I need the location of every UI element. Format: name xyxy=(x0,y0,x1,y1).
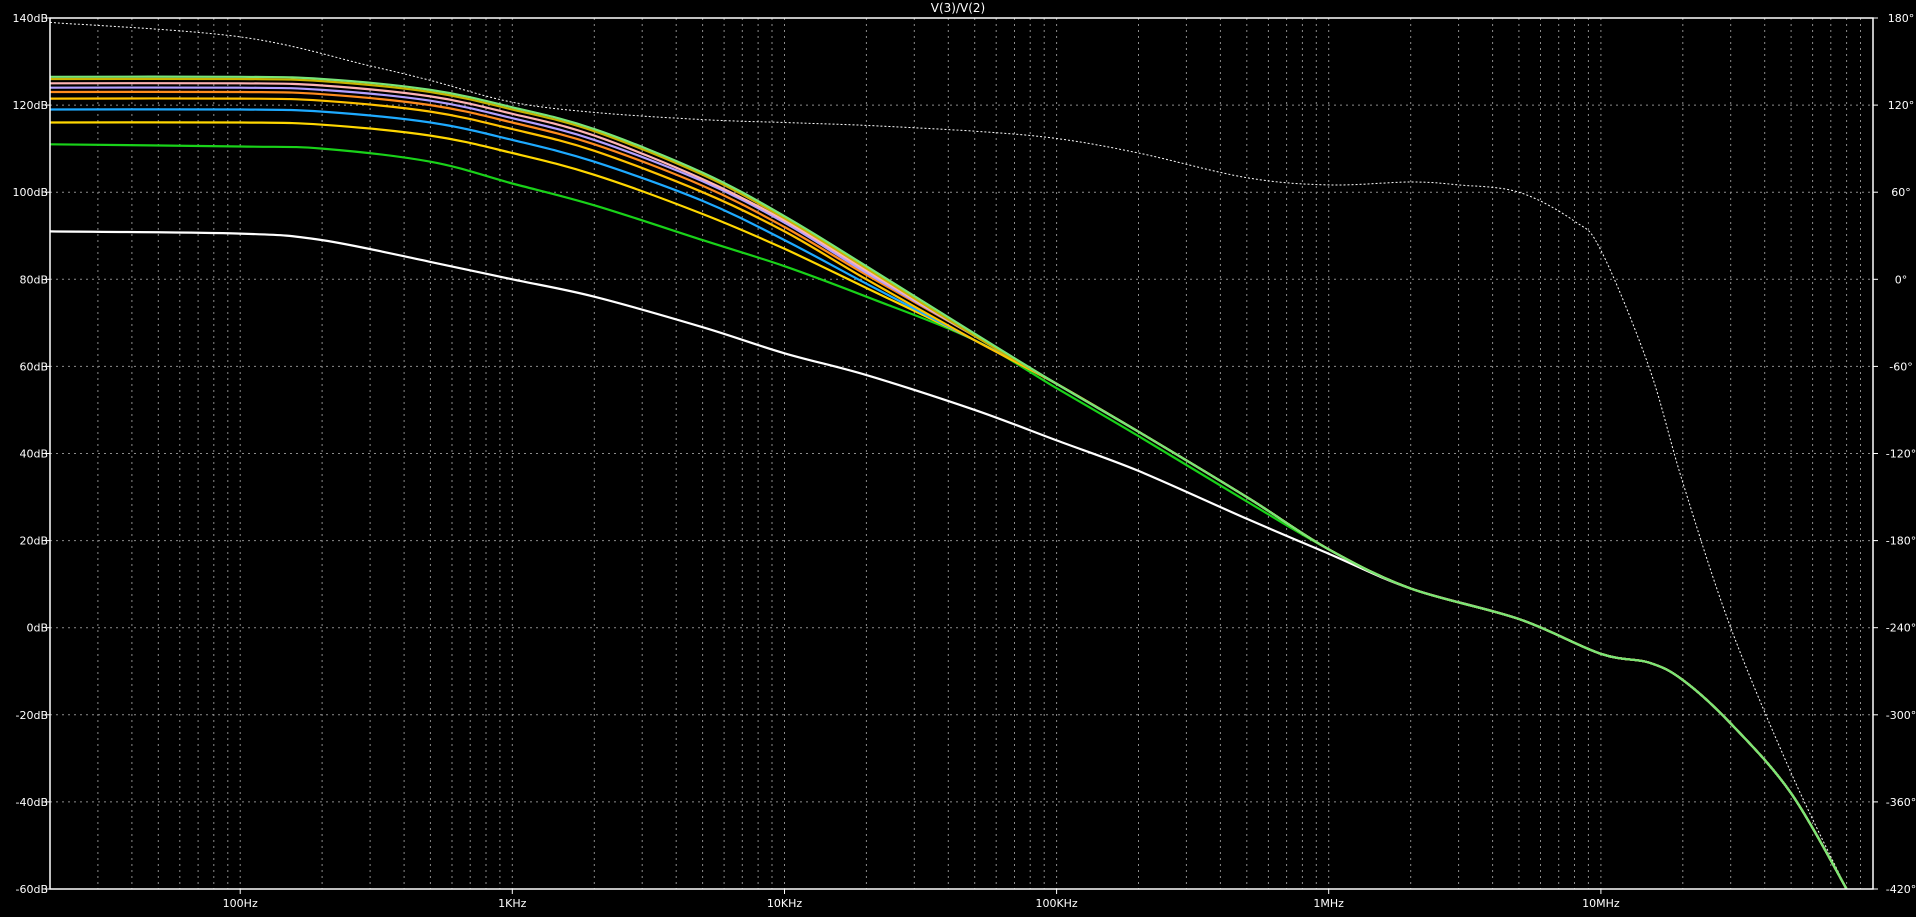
x-tick-label: 10KHz xyxy=(767,897,802,910)
y-tick-label: 120dB xyxy=(12,99,48,112)
chart-title: V(3)/V(2) xyxy=(931,1,985,15)
x-tick-label: 10MHz xyxy=(1582,897,1620,910)
y2-tick-label: -180° xyxy=(1886,535,1916,548)
y2-tick-label: 60° xyxy=(1891,186,1911,199)
y2-tick-label: 180° xyxy=(1888,12,1915,25)
y-tick-label: 40dB xyxy=(19,448,48,461)
y-tick-label: 0dB xyxy=(26,622,48,635)
y2-tick-label: -360° xyxy=(1886,796,1916,809)
y-tick-label: 60dB xyxy=(19,360,48,373)
bode-plot: V(3)/V(2) 140dB 120dB 100dB 80dB 60dB 40dB 20d… xyxy=(0,0,1916,917)
y2-tick-label: 120° xyxy=(1888,99,1915,112)
y2-tick-label: -240° xyxy=(1886,622,1916,635)
y2-tick-label: -60° xyxy=(1889,360,1912,373)
y2-tick-label: -420° xyxy=(1886,883,1916,896)
y-tick-label: 80dB xyxy=(19,273,48,286)
x-tick-label: 100KHz xyxy=(1035,897,1077,910)
y-tick-label: -60dB xyxy=(16,883,49,896)
y-tick-label: -40dB xyxy=(16,796,49,809)
x-tick-label: 1MHz xyxy=(1313,897,1344,910)
plot-background xyxy=(0,0,1916,917)
y2-tick-label: 0° xyxy=(1895,273,1908,286)
x-tick-label: 1KHz xyxy=(498,897,526,910)
y-tick-label: -20dB xyxy=(16,709,49,722)
x-tick-label: 100Hz xyxy=(223,897,258,910)
y-tick-label: 140dB xyxy=(12,12,48,25)
y2-tick-label: -300° xyxy=(1886,709,1916,722)
y-tick-label: 100dB xyxy=(12,186,48,199)
y-tick-label: 20dB xyxy=(19,535,48,548)
y2-tick-label: -120° xyxy=(1886,448,1916,461)
